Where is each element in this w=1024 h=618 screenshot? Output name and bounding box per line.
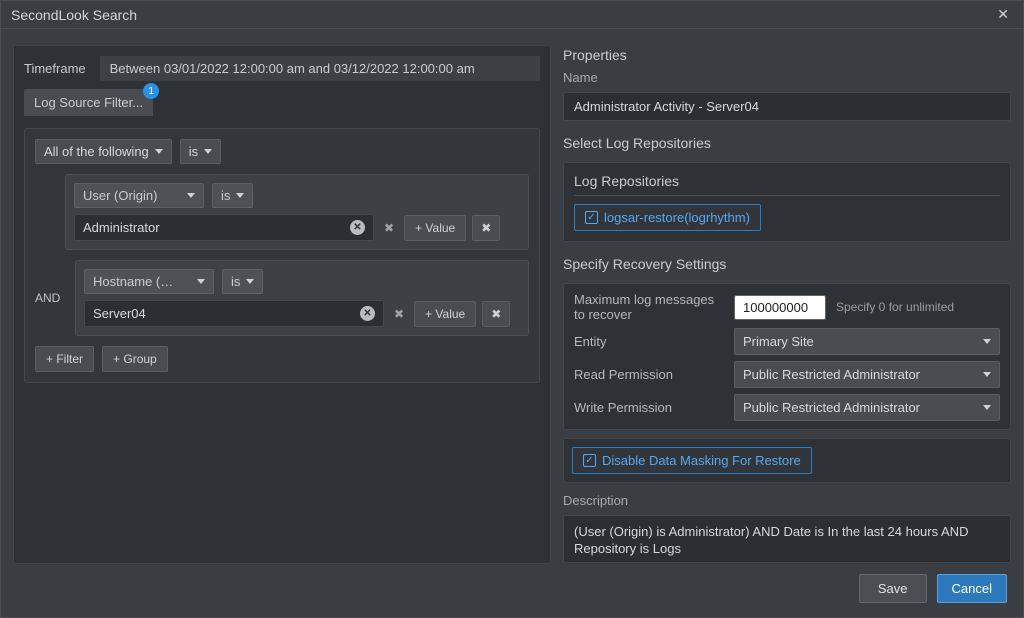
cancel-button[interactable]: Cancel	[937, 574, 1007, 603]
repos-title: Select Log Repositories	[563, 135, 1011, 151]
remove-value-icon[interactable]: ✖	[390, 305, 408, 323]
chevron-down-icon	[197, 279, 205, 284]
read-permission-dropdown[interactable]: Public Restricted Administrator	[734, 361, 1000, 388]
secondlook-search-dialog: SecondLook Search ✕ Timeframe Between 03…	[0, 0, 1024, 618]
recovery-title: Specify Recovery Settings	[563, 256, 1011, 272]
name-input[interactable]	[563, 92, 1011, 121]
checkbox-icon	[585, 211, 598, 224]
op-dropdown[interactable]: is	[212, 183, 253, 208]
timeframe-value[interactable]: Between 03/01/2022 12:00:00 am and 03/12…	[100, 56, 540, 81]
filter-clause: User (Origin) is Administrator ✕	[65, 174, 529, 250]
filter-clause: Hostname (Ori... is Server04	[75, 260, 529, 336]
filter-builder: All of the following is User (Origin)	[24, 128, 540, 383]
add-value-button[interactable]: + Value	[404, 215, 466, 241]
chevron-down-icon	[983, 405, 991, 410]
data-masking-box: Disable Data Masking For Restore	[563, 438, 1011, 483]
recovery-settings: Maximum log messages to recover Specify …	[563, 283, 1011, 430]
chevron-down-icon	[246, 279, 254, 284]
properties-panel: Properties Name Select Log Repositories …	[563, 45, 1011, 564]
operator-dropdown[interactable]: is	[180, 139, 221, 164]
remove-clause-icon[interactable]: ✖	[472, 215, 500, 241]
repository-chip[interactable]: logsar-restore(logrhythm)	[574, 204, 761, 231]
window-title: SecondLook Search	[11, 7, 137, 23]
repos-box-title: Log Repositories	[574, 173, 1000, 196]
disable-data-masking-toggle[interactable]: Disable Data Masking For Restore	[572, 447, 812, 474]
max-messages-input[interactable]	[734, 295, 826, 320]
properties-title: Properties	[563, 47, 1011, 63]
add-filter-button[interactable]: + Filter	[35, 346, 94, 372]
dialog-footer: Save Cancel	[1, 564, 1023, 617]
write-permission-label: Write Permission	[574, 400, 724, 415]
chevron-down-icon	[204, 149, 212, 154]
chevron-down-icon	[983, 339, 991, 344]
max-messages-label: Maximum log messages to recover	[574, 292, 724, 322]
chevron-down-icon	[236, 193, 244, 198]
description-label: Description	[563, 493, 1011, 508]
chevron-down-icon	[983, 372, 991, 377]
save-button[interactable]: Save	[859, 574, 927, 603]
add-group-button[interactable]: + Group	[102, 346, 168, 372]
field-dropdown[interactable]: Hostname (Ori...	[84, 269, 214, 294]
max-hint: Specify 0 for unlimited	[836, 300, 954, 314]
chevron-down-icon	[155, 149, 163, 154]
checkbox-icon	[583, 454, 596, 467]
tab-badge: 1	[143, 83, 159, 99]
add-value-button[interactable]: + Value	[414, 301, 476, 327]
timeframe-label: Timeframe	[24, 61, 92, 76]
value-input[interactable]: Server04 ✕	[84, 300, 384, 327]
op-dropdown[interactable]: is	[222, 269, 263, 294]
entity-dropdown[interactable]: Primary Site	[734, 328, 1000, 355]
tab-label: Log Source Filter...	[34, 95, 143, 110]
description-textarea[interactable]: (User (Origin) is Administrator) AND Dat…	[563, 515, 1011, 563]
read-permission-label: Read Permission	[574, 367, 724, 382]
match-mode-dropdown[interactable]: All of the following	[35, 139, 172, 164]
entity-label: Entity	[574, 334, 724, 349]
write-permission-dropdown[interactable]: Public Restricted Administrator	[734, 394, 1000, 421]
tab-log-source-filter[interactable]: Log Source Filter... 1	[24, 89, 153, 116]
name-label: Name	[563, 70, 1011, 85]
repositories-box: Log Repositories logsar-restore(logrhyth…	[563, 162, 1011, 242]
remove-value-icon[interactable]: ✖	[380, 219, 398, 237]
remove-clause-icon[interactable]: ✖	[482, 301, 510, 327]
field-dropdown[interactable]: User (Origin)	[74, 183, 204, 208]
value-input[interactable]: Administrator ✕	[74, 214, 374, 241]
clear-icon[interactable]: ✕	[350, 220, 365, 235]
close-icon[interactable]: ✕	[993, 4, 1013, 25]
and-label: AND	[35, 291, 67, 305]
titlebar: SecondLook Search ✕	[1, 1, 1023, 29]
query-builder-panel: Timeframe Between 03/01/2022 12:00:00 am…	[13, 45, 551, 564]
chevron-down-icon	[187, 193, 195, 198]
clear-icon[interactable]: ✕	[360, 306, 375, 321]
